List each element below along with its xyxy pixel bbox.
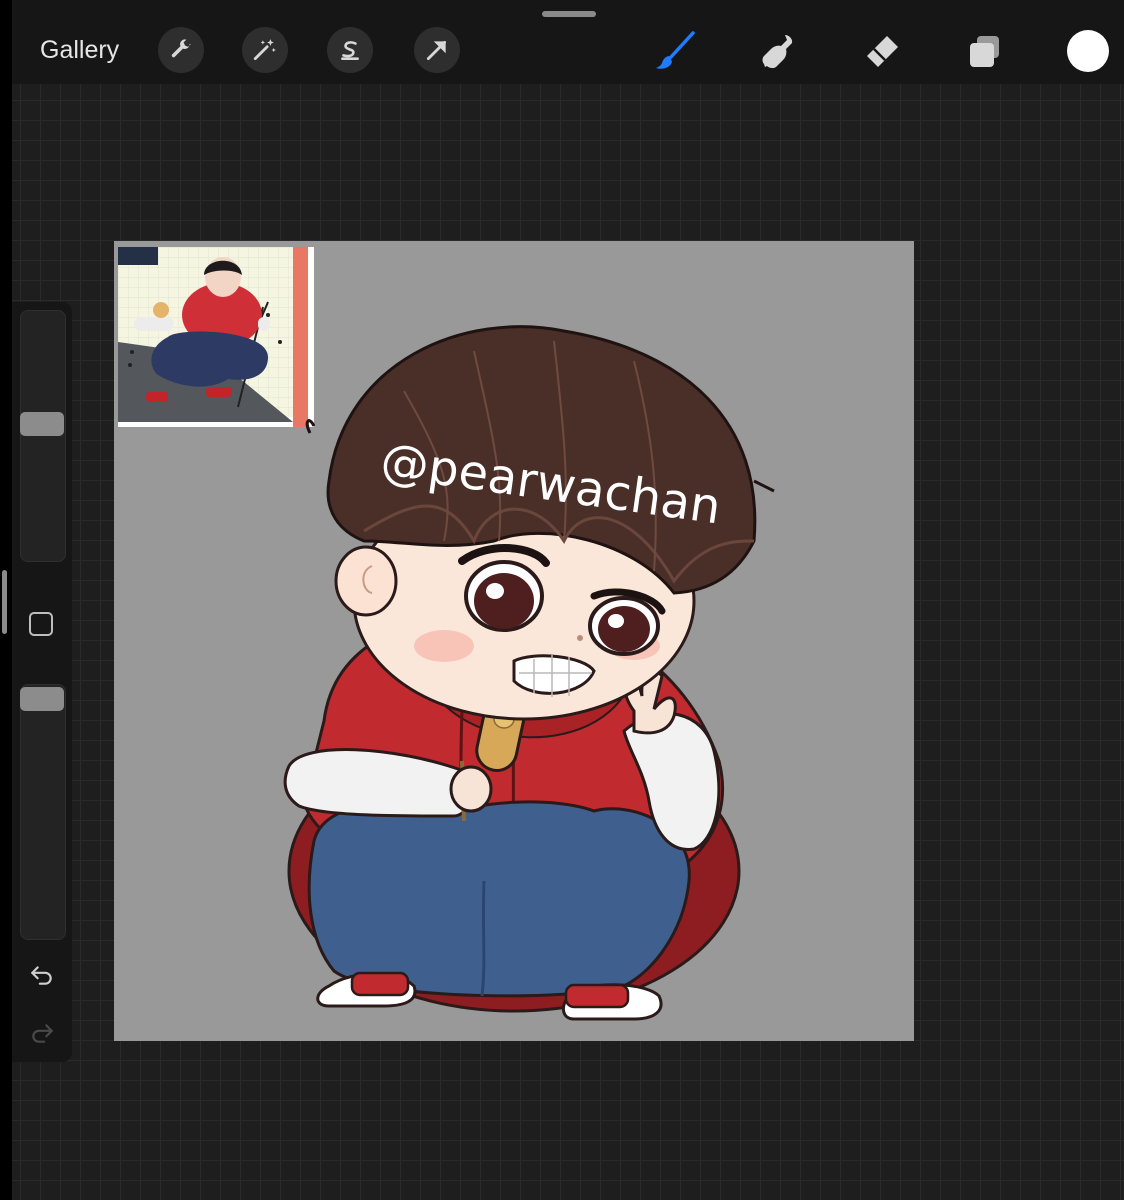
undo-icon[interactable] [29,962,55,988]
layers-icon [970,36,999,67]
layers-button[interactable] [962,28,1008,74]
opacity-thumb[interactable] [20,687,64,712]
magic-wand-icon [253,39,276,61]
adjustments-button[interactable] [242,27,288,73]
smudge-icon [762,35,793,69]
gallery-button[interactable]: Gallery [40,36,119,65]
top-toolbar: Gallery [12,0,1124,84]
eraser-button[interactable] [858,28,904,74]
brush-size-thumb[interactable] [20,411,64,436]
redo-icon [32,1024,53,1043]
color-picker-button[interactable] [1067,30,1109,72]
selection-icon [341,41,359,60]
sidebar-drag-handle[interactable] [2,570,7,634]
brush-button[interactable] [652,28,698,74]
modify-button[interactable] [29,612,53,636]
eraser-icon [867,36,898,67]
watermark-text: @pearwachan [377,432,724,535]
transform-arrow-icon [426,41,446,61]
multitask-grabber[interactable] [542,11,596,17]
selection-button[interactable] [327,27,373,73]
opacity-slider[interactable] [20,684,66,940]
drawing-canvas[interactable]: @pearwachan [114,241,914,1041]
wrench-icon [171,39,191,58]
smudge-button[interactable] [756,28,802,74]
watermark-layer: @pearwachan [377,432,724,535]
brush-size-slider[interactable] [20,310,66,562]
transform-button[interactable] [414,27,460,73]
brush-icon [656,31,695,69]
left-sidebar [12,302,72,1062]
actions-button[interactable] [158,27,204,73]
